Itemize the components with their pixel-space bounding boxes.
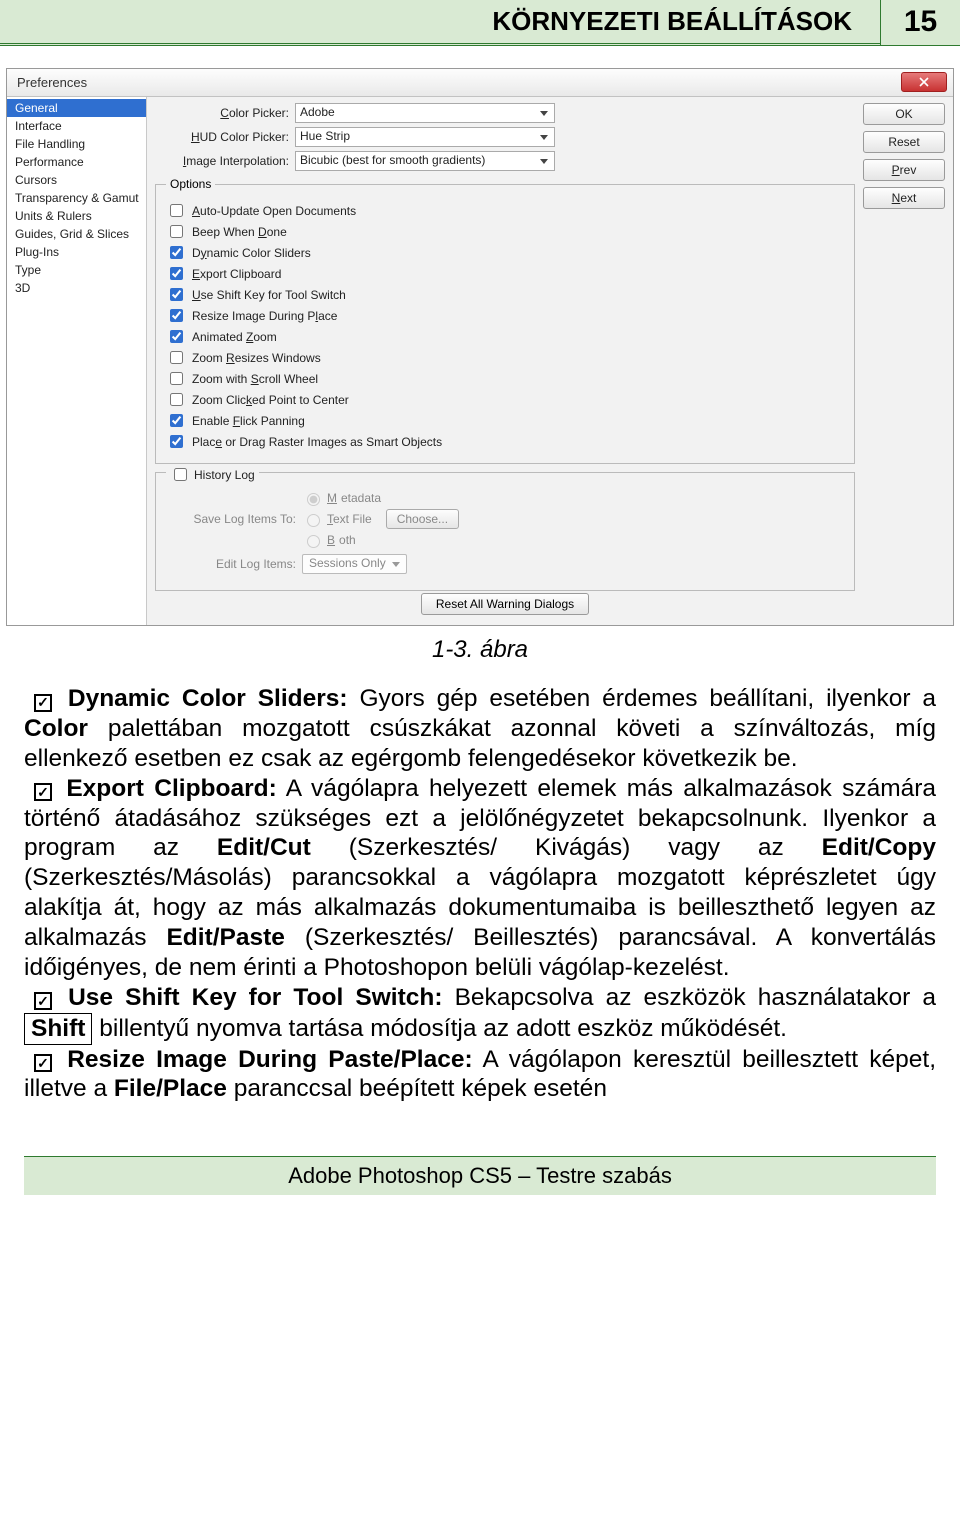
dialog-body: General Interface File Handling Performa… (7, 97, 953, 625)
ok-button[interactable]: OK (863, 103, 945, 125)
checked-box-icon: ✓ (34, 694, 52, 712)
dialog-title: Preferences (17, 75, 87, 90)
history-log-fieldset: History Log Save Log Items To: Metadata … (155, 472, 855, 591)
color-picker-label: Color Picker: (155, 106, 295, 120)
resize-lead: Resize Image During Paste/Place: (67, 1046, 472, 1073)
radio-textfile[interactable]: Text FileChoose... (302, 509, 459, 529)
prev-button[interactable]: Prev (863, 159, 945, 181)
opt-auto-update[interactable]: Auto-Update Open Documents (166, 201, 844, 220)
color-picker-dropdown[interactable]: Adobe (295, 103, 555, 123)
dialog-buttons: OK Reset Prev Next (863, 97, 953, 625)
options-legend: Options (166, 177, 215, 191)
choose-button[interactable]: Choose... (386, 509, 459, 529)
sidebar-item-interface[interactable]: Interface (7, 117, 146, 135)
sidebar-item-file-handling[interactable]: File Handling (7, 135, 146, 153)
dialog-titlebar: Preferences (7, 69, 953, 97)
checked-box-icon: ✓ (34, 783, 52, 801)
reset-warnings-button[interactable]: Reset All Warning Dialogs (421, 593, 589, 615)
page-footer: Adobe Photoshop CS5 – Testre szabás (24, 1156, 936, 1195)
sidebar-item-transparency[interactable]: Transparency & Gamut (7, 189, 146, 207)
sidebar-item-guides[interactable]: Guides, Grid & Slices (7, 225, 146, 243)
edit-log-dropdown[interactable]: Sessions Only (302, 554, 407, 574)
sidebar-item-performance[interactable]: Performance (7, 153, 146, 171)
opt-export-clipboard[interactable]: Export Clipboard (166, 264, 844, 283)
export-lead: Export Clipboard: (66, 775, 276, 802)
shift-lead: Use Shift Key for Tool Switch: (68, 984, 442, 1011)
radio-both[interactable]: Both (302, 532, 459, 548)
preferences-dialog: Preferences General Interface File Handl… (6, 68, 954, 626)
shift-key: Shift (24, 1013, 92, 1045)
interp-dropdown[interactable]: Bicubic (best for smooth gradients) (295, 151, 555, 171)
sidebar-item-cursors[interactable]: Cursors (7, 171, 146, 189)
edit-log-label: Edit Log Items: (166, 557, 296, 571)
sidebar-item-3d[interactable]: 3D (7, 279, 146, 297)
opt-zoom-center[interactable]: Zoom Clicked Point to Center (166, 390, 844, 409)
close-icon (919, 77, 929, 87)
sidebar-item-plugins[interactable]: Plug-Ins (7, 243, 146, 261)
next-button[interactable]: Next (863, 187, 945, 209)
radio-metadata[interactable]: Metadata (302, 490, 459, 506)
dyncolor-lead: Dynamic Color Sliders: (68, 685, 348, 712)
opt-beep[interactable]: Beep When Done (166, 222, 844, 241)
opt-zoom-scroll[interactable]: Zoom with Scroll Wheel (166, 369, 844, 388)
history-log-checkbox[interactable] (174, 468, 187, 481)
checked-box-icon: ✓ (34, 992, 52, 1010)
opt-resize-place[interactable]: Resize Image During Place (166, 306, 844, 325)
opt-animated-zoom[interactable]: Animated Zoom (166, 327, 844, 346)
dialog-content: Color Picker: Adobe HUD Color Picker: Hu… (147, 97, 863, 625)
page-number: 15 (880, 0, 960, 45)
sidebar-item-type[interactable]: Type (7, 261, 146, 279)
opt-smart-objects[interactable]: Place or Drag Raster Images as Smart Obj… (166, 432, 844, 451)
close-button[interactable] (901, 72, 947, 92)
opt-shift-tool[interactable]: Use Shift Key for Tool Switch (166, 285, 844, 304)
options-fieldset: Options Auto-Update Open Documents Beep … (155, 177, 855, 464)
history-log-legend[interactable]: History Log (166, 465, 259, 484)
hud-dropdown[interactable]: Hue Strip (295, 127, 555, 147)
reset-button[interactable]: Reset (863, 131, 945, 153)
opt-zoom-resizes[interactable]: Zoom Resizes Windows (166, 348, 844, 367)
figure-caption: 1-3. ábra (0, 636, 960, 664)
opt-dynamic-sliders[interactable]: Dynamic Color Sliders (166, 243, 844, 262)
page-header: KÖRNYEZETI BEÁLLÍTÁSOK 15 (0, 0, 960, 46)
checked-box-icon: ✓ (34, 1054, 52, 1072)
interp-label: Image Interpolation: (155, 154, 295, 168)
sidebar-item-units[interactable]: Units & Rulers (7, 207, 146, 225)
page-header-title: KÖRNYEZETI BEÁLLÍTÁSOK (492, 6, 862, 37)
preferences-sidebar: General Interface File Handling Performa… (7, 97, 147, 625)
hud-label: HUD Color Picker: (155, 130, 295, 144)
save-log-label: Save Log Items To: (166, 512, 296, 526)
sidebar-item-general[interactable]: General (7, 99, 146, 117)
opt-flick-panning[interactable]: Enable Flick Panning (166, 411, 844, 430)
body-text: ✓ Dynamic Color Sliders: Gyors gép eseté… (0, 670, 960, 1112)
